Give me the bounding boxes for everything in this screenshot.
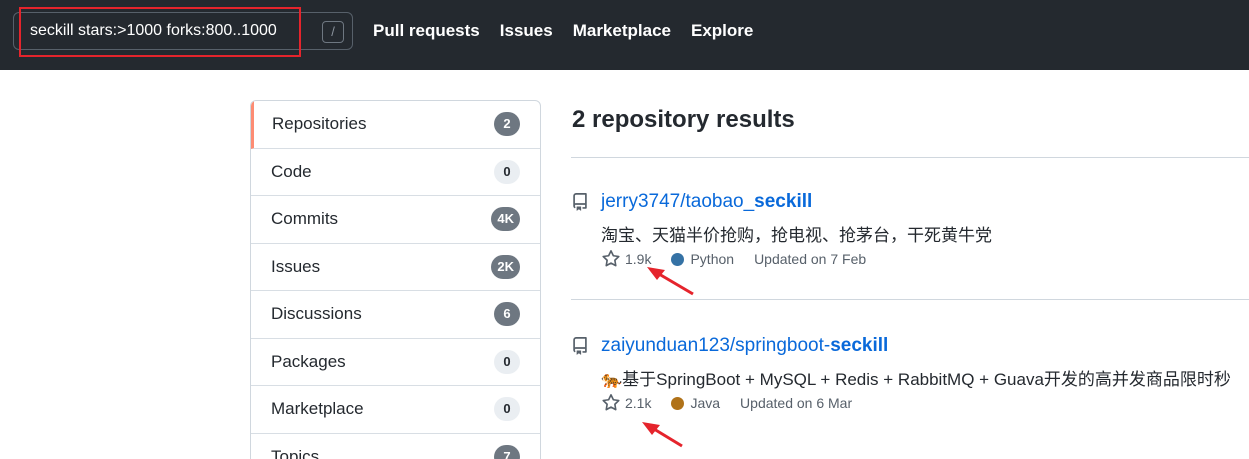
- sidebar-item-label: Code: [271, 161, 312, 181]
- sidebar-item-commits[interactable]: Commits 4K: [251, 196, 540, 244]
- results-divider: [571, 299, 1249, 300]
- repo-description: 🐅基于SpringBoot + MySQL + Redis + RabbitMQ…: [601, 365, 1231, 390]
- annotation-arrow-icon: [642, 422, 683, 448]
- sidebar-item-issues[interactable]: Issues 2K: [251, 244, 540, 291]
- sidebar-item-discussions[interactable]: Discussions 6: [251, 291, 540, 339]
- repo-meta: 2.1k Java Updated on 6 Mar: [601, 393, 852, 413]
- count-badge: 0: [494, 397, 520, 422]
- language-color-dot: [671, 396, 685, 410]
- sidebar-item-label: Packages: [271, 351, 346, 371]
- nav-pull-requests[interactable]: Pull requests: [373, 21, 480, 41]
- results-heading: 2 repository results: [572, 106, 795, 133]
- sidebar-item-packages[interactable]: Packages 0: [251, 339, 540, 386]
- results-divider: [571, 157, 1249, 158]
- star-count[interactable]: 2.1k: [625, 395, 651, 411]
- header-nav: Pull requests Issues Marketplace Explore: [373, 21, 753, 41]
- sidebar-item-repositories[interactable]: Repositories 2: [251, 101, 540, 149]
- repo-name-highlight: seckill: [830, 335, 889, 356]
- repo-meta: 1.9k Python Updated on 7 Feb: [601, 249, 866, 269]
- annotation-arrow-icon: [647, 267, 694, 296]
- count-badge: 0: [494, 159, 520, 184]
- sidebar-item-label: Discussions: [271, 304, 362, 324]
- sidebar-item-label: Repositories: [272, 114, 367, 134]
- repo-language: Python: [690, 251, 735, 267]
- repo-link[interactable]: jerry3747/taobao_seckill: [601, 191, 812, 213]
- count-badge: 6: [494, 302, 520, 327]
- tiger-emoji-icon: 🐅: [601, 370, 623, 389]
- updated-date: Updated on 6 Mar: [740, 395, 853, 411]
- sidebar-item-label: Commits: [271, 209, 339, 229]
- repo-icon: [573, 193, 587, 211]
- repo-icon: [573, 337, 587, 355]
- repo-result: zaiyunduan123/springboot-seckill 🐅基于Spri…: [571, 335, 1249, 425]
- repo-description: 淘宝、天猫半价抢购，抢电视、抢茅台，干死黄牛党: [601, 226, 992, 245]
- repo-name-highlight: seckill: [754, 191, 813, 212]
- count-badge: 7: [494, 444, 520, 459]
- count-badge: 0: [494, 349, 520, 374]
- sidebar-item-label: Issues: [271, 256, 321, 276]
- repo-name: zaiyunduan123/springboot-: [601, 335, 831, 356]
- count-badge: 2: [494, 112, 520, 137]
- updated-date: Updated on 7 Feb: [754, 251, 867, 267]
- count-badge: 2K: [491, 254, 520, 279]
- star-icon[interactable]: [601, 393, 621, 413]
- repo-link[interactable]: zaiyunduan123/springboot-seckill: [601, 335, 888, 357]
- search-type-sidebar: Repositories 2 Code 0 Commits 4K Issues …: [250, 100, 541, 459]
- count-badge: 4K: [491, 207, 520, 232]
- repo-description-text: 基于SpringBoot + MySQL + Redis + RabbitMQ …: [622, 370, 1231, 389]
- nav-issues[interactable]: Issues: [500, 21, 553, 41]
- sidebar-item-label: Topics: [271, 446, 320, 459]
- sidebar-item-label: Marketplace: [271, 399, 364, 419]
- nav-explore[interactable]: Explore: [691, 21, 753, 41]
- search-shortcut-key: /: [322, 21, 344, 43]
- sidebar-item-marketplace[interactable]: Marketplace 0: [251, 386, 540, 434]
- sidebar-item-topics[interactable]: Topics 7: [251, 434, 540, 459]
- nav-marketplace[interactable]: Marketplace: [573, 21, 671, 41]
- repo-name: jerry3747/taobao_: [601, 191, 755, 212]
- top-header: seckill stars:>1000 forks:800..1000 / Pu…: [0, 0, 1249, 70]
- search-annotation-box: [19, 7, 301, 57]
- star-icon[interactable]: [601, 249, 621, 269]
- sidebar-item-code[interactable]: Code 0: [251, 149, 540, 196]
- repo-language: Java: [690, 395, 721, 411]
